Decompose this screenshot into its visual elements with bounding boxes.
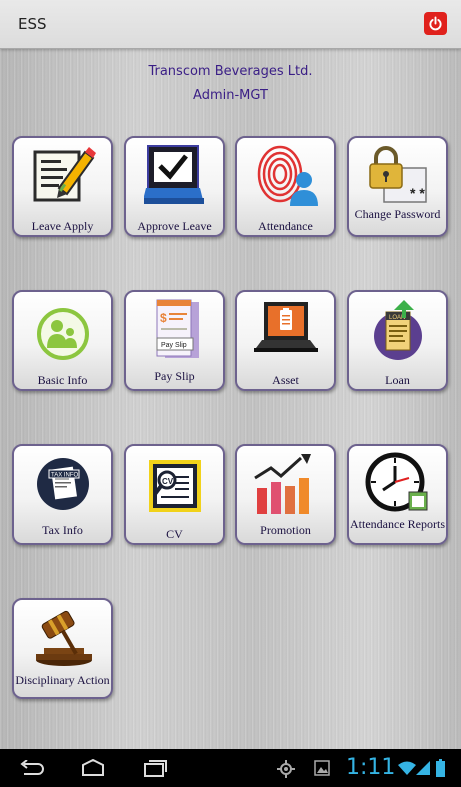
app-title: ESS — [18, 15, 47, 33]
clock-icon — [365, 452, 427, 512]
promotion-tile[interactable]: Promotion — [235, 444, 336, 545]
change-password-tile[interactable]: * * Change Password — [347, 136, 448, 237]
tile-label: Tax Info — [42, 523, 83, 537]
laptop-icon — [253, 302, 318, 352]
svg-text:Pay Slip: Pay Slip — [161, 342, 187, 349]
leave-apply-tile[interactable]: Leave Apply — [12, 136, 113, 237]
svg-text:$: $ — [160, 311, 167, 325]
cv-tile[interactable]: CV CV — [124, 444, 225, 545]
tile-label: Promotion — [260, 523, 311, 537]
attendance-reports-tile[interactable]: Attendance Reports — [347, 444, 448, 545]
recent-apps-icon[interactable] — [141, 758, 169, 778]
signal-icon — [416, 761, 430, 775]
system-navigation-bar: 1:11 — [0, 749, 461, 787]
tax-info-icon: TAX INFO — [36, 458, 89, 510]
loan-tile[interactable]: LOAN Loan — [347, 290, 448, 391]
tile-label: Loan — [385, 373, 410, 387]
tax-info-tile[interactable]: TAX INFO Tax Info — [12, 444, 113, 545]
tile-label: Basic Info — [37, 373, 88, 387]
tile-label: Leave Apply — [31, 219, 94, 233]
approve-leave-tile[interactable]: Approve Leave — [124, 136, 225, 237]
gavel-icon — [35, 610, 92, 666]
back-icon[interactable] — [18, 760, 46, 776]
tile-label: Approve Leave — [137, 219, 212, 233]
tile-label: Disciplinary Action — [15, 673, 110, 687]
leave-apply-icon — [33, 147, 96, 202]
pay-slip-tile[interactable]: $ Pay Slip Pay Slip — [124, 290, 225, 391]
svg-text:CV: CV — [162, 477, 174, 486]
tile-label: CV — [166, 527, 183, 541]
company-name: Transcom Beverages Ltd. — [148, 64, 313, 79]
home-icon[interactable] — [79, 759, 107, 777]
approve-leave-icon — [143, 145, 204, 204]
gps-icon — [277, 760, 295, 778]
gallery-icon — [314, 760, 330, 776]
promotion-chart-icon — [253, 454, 311, 514]
svg-text:TAX INFO: TAX INFO — [51, 473, 79, 479]
disciplinary-action-tile[interactable]: Disciplinary Action — [12, 598, 113, 699]
tile-label: Asset — [272, 373, 299, 387]
tile-label: Attendance Reports — [350, 517, 445, 531]
asset-tile[interactable]: Asset — [235, 290, 336, 391]
pay-slip-icon: $ Pay Slip — [156, 299, 199, 358]
logout-button[interactable] — [424, 12, 447, 35]
lock-icon: * * — [368, 146, 427, 203]
battery-icon — [436, 759, 445, 777]
status-clock: 1:11 — [346, 755, 396, 780]
cv-icon: CV — [148, 460, 201, 512]
tile-label: Change Password — [354, 207, 441, 221]
basic-info-tile[interactable]: Basic Info — [12, 290, 113, 391]
app-bar: ESS — [0, 0, 461, 49]
tile-label: Pay Slip — [154, 369, 195, 383]
tile-label: Attendance — [258, 219, 313, 233]
wifi-icon — [398, 761, 416, 775]
svg-text:* *: * * — [410, 185, 425, 201]
loan-icon: LOAN — [373, 300, 422, 360]
fingerprint-icon — [257, 145, 318, 206]
power-icon — [429, 16, 442, 31]
basic-info-icon — [36, 308, 89, 360]
user-role: Admin-MGT — [193, 88, 268, 103]
attendance-tile[interactable]: Attendance — [235, 136, 336, 237]
